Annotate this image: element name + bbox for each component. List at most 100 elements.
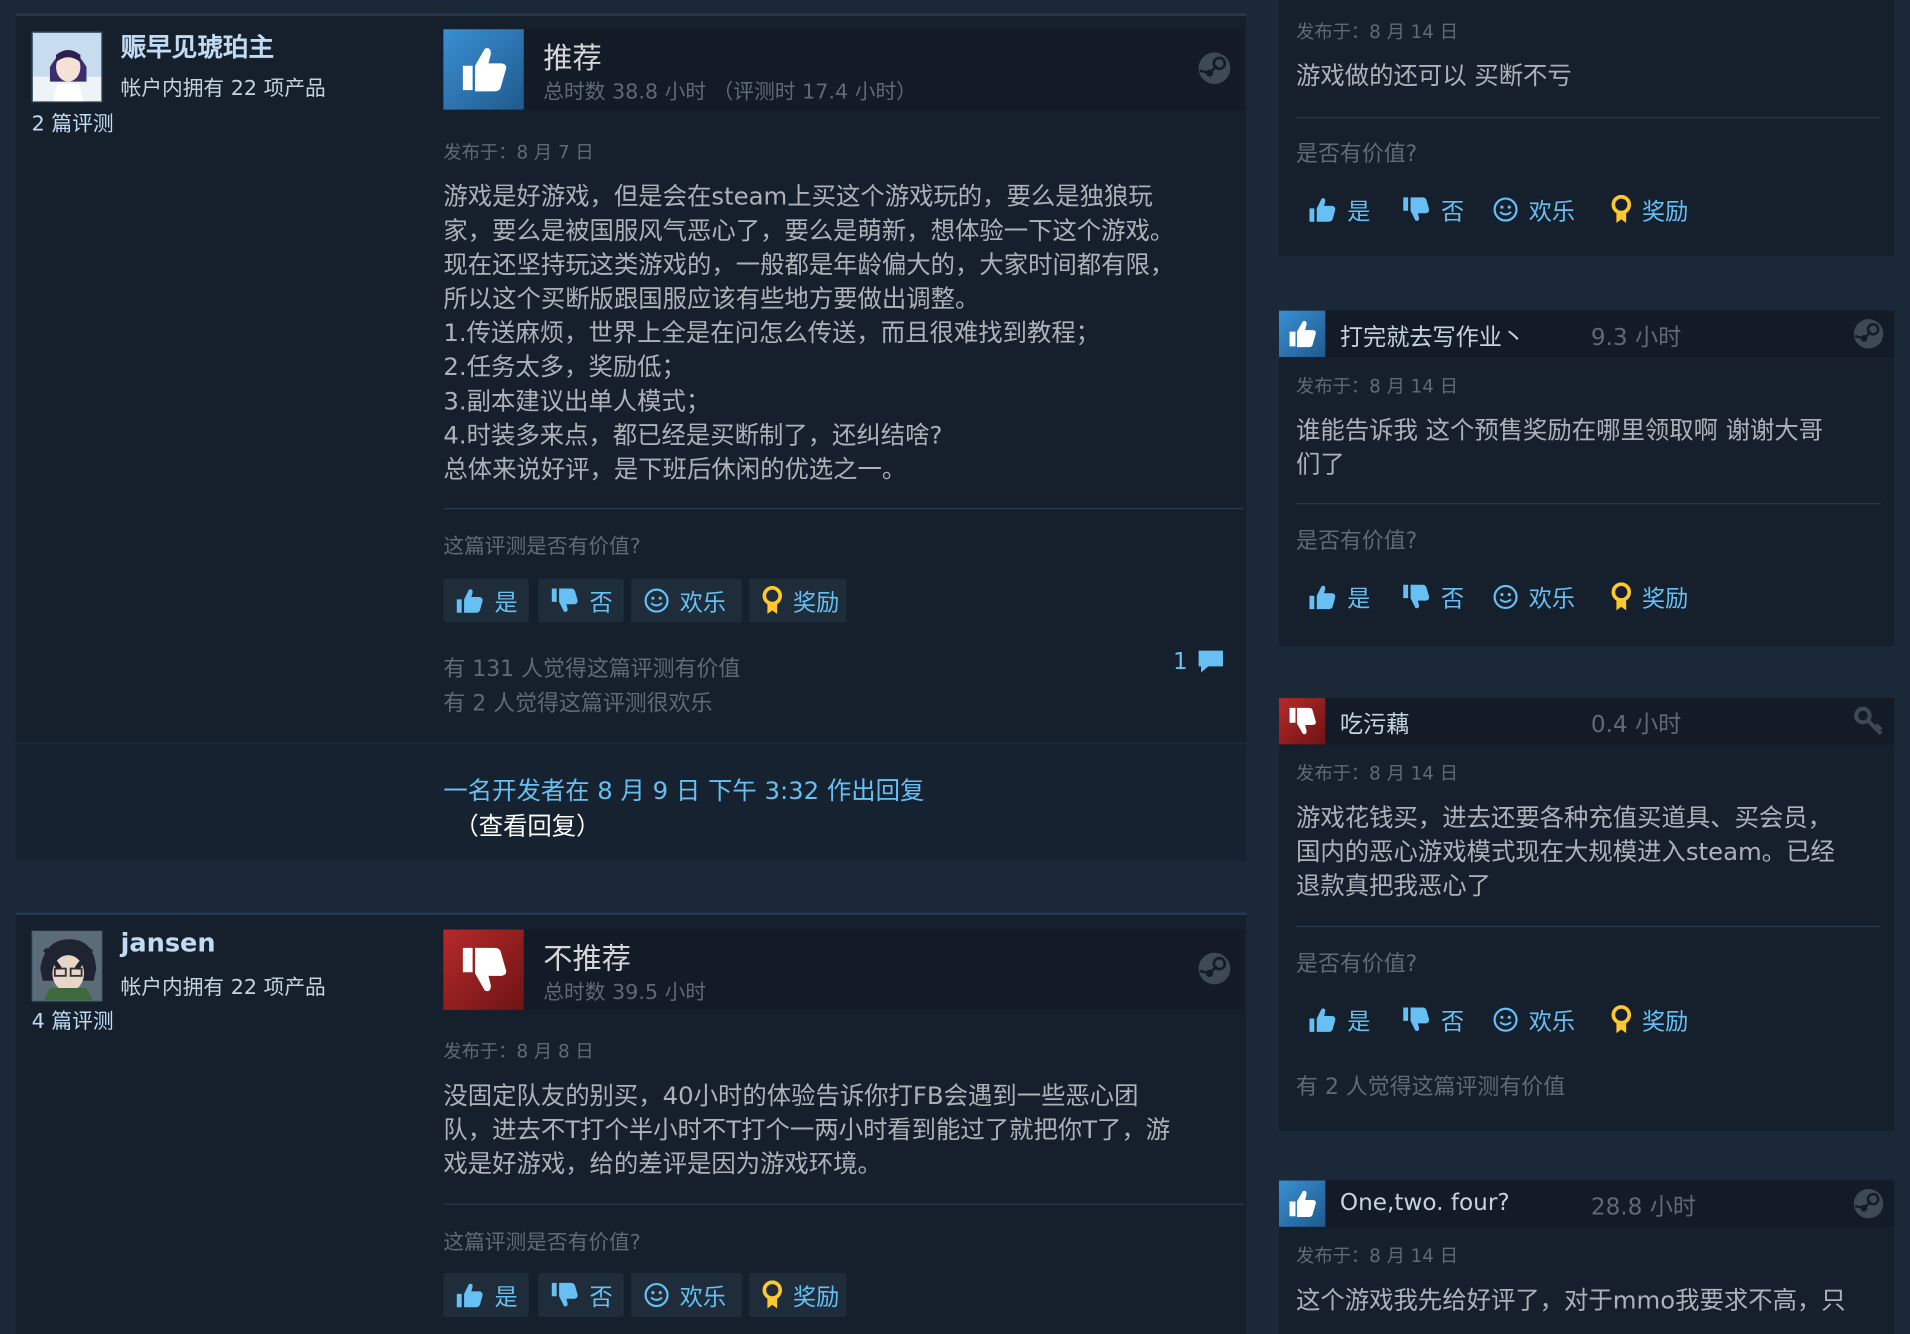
verdict-header[interactable]: 不推荐 总时数 39.5 小时 [443, 929, 1244, 1010]
posted-date: 发布于：8 月 7 日 [443, 141, 594, 164]
posted-date: 发布于：8 月 14 日 [1296, 20, 1458, 43]
vote-no-button[interactable]: 否 [1402, 579, 1464, 616]
author-name[interactable]: 赈早见琥珀主 [121, 28, 274, 65]
thumbs-up-icon [456, 1283, 483, 1308]
review-line: 游戏做的还可以 买断不亏 [1296, 60, 1572, 91]
vote-no-label: 否 [589, 589, 613, 616]
award-button[interactable]: 奖励 [749, 1273, 847, 1317]
card-divider [15, 912, 1247, 915]
reviewer-name[interactable]: One,two. four? [1340, 1189, 1510, 1216]
award-label: 奖励 [1641, 1008, 1689, 1035]
review-body: 这个游戏我先给好评了，对于mmo我要求不高，只 [1296, 1283, 1881, 1317]
verdict-header[interactable]: 推荐 总时数 38.8 小时 （评测时 17.4 小时） [443, 29, 1244, 110]
vote-funny-button[interactable]: 欢乐 [1492, 191, 1575, 228]
author-review-count[interactable]: 2 篇评测 [32, 106, 114, 136]
thumbs-up-icon [1309, 1008, 1336, 1032]
comment-bubble-icon [1198, 650, 1224, 673]
helpful-question: 是否有价值? [1296, 951, 1418, 978]
verdict-header[interactable]: 打完就去写作业丶 9.3 小时 [1279, 310, 1895, 357]
vote-funny-button[interactable]: 欢乐 [1492, 1001, 1575, 1038]
review-card: jansen 帐户内拥有 22 项产品 4 篇评测 不推荐 总时数 39.5 小… [15, 912, 1247, 1334]
review-line: 总体来说好评，是下班后休闲的优选之一。 [443, 454, 907, 484]
playtime: 28.8 小时 [1590, 1193, 1697, 1221]
key-icon [1854, 706, 1883, 736]
review-body: 游戏是好游戏，但是会在steam上买这个游戏玩的，要么是独狼玩 家，要么是被国服… [443, 179, 1235, 486]
award-icon [1611, 582, 1632, 611]
vote-yes-button[interactable]: 是 [1308, 191, 1370, 228]
avatar[interactable] [31, 930, 103, 1002]
vote-no-label: 否 [1441, 585, 1465, 613]
vote-funny-label: 欢乐 [679, 1283, 727, 1311]
divider [443, 508, 1244, 510]
divider [1296, 925, 1881, 928]
award-icon [1611, 194, 1632, 223]
vote-funny-label: 欢乐 [1528, 1008, 1576, 1035]
developer-reply-link[interactable]: 一名开发者在 8 月 9 日 下午 3:32 作出回复 [443, 771, 924, 806]
vote-yes-label: 是 [1347, 585, 1371, 613]
review-body: 游戏花钱买，进去还要各种充值买道具、买会员， 国内的恶心游戏模式现在大规模进入s… [1296, 800, 1881, 902]
thumbs-up-icon [1279, 1180, 1326, 1227]
vote-funny-label: 欢乐 [1528, 197, 1576, 225]
vote-no-button[interactable]: 否 [538, 578, 624, 623]
comment-count: 1 [1173, 648, 1188, 675]
vote-no-button[interactable]: 否 [538, 1273, 624, 1317]
verdict-label: 不推荐 [543, 941, 631, 976]
review-line: 队，进去不T打个半小时不T打个一两小时看到能过了就把你T了，游 [443, 1114, 1171, 1144]
steam-logo-icon [1853, 1188, 1884, 1219]
review-card: 赈早见琥珀主 帐户内拥有 22 项产品 2 篇评测 推荐 总时数 38.8 小时… [15, 13, 1247, 742]
verdict-header[interactable]: One,two. four? 28.8 小时 [1279, 1180, 1895, 1227]
thumbs-up-icon [443, 29, 524, 110]
award-label: 奖励 [792, 589, 840, 616]
view-reply-link[interactable]: （查看回复） [454, 807, 600, 842]
vote-no-button[interactable]: 否 [1402, 1001, 1464, 1038]
vote-funny-label: 欢乐 [679, 589, 727, 616]
smiley-icon [1493, 1007, 1518, 1032]
thumbs-down-icon [443, 929, 524, 1010]
review-line: 家，要么是被国服风气恶心了，要么是萌新，想体验一下这个游戏。 [443, 215, 1175, 245]
vote-yes-button[interactable]: 是 [1308, 579, 1370, 616]
reviewer-name[interactable]: 吃污藕 [1340, 707, 1409, 740]
award-button[interactable]: 奖励 [749, 578, 847, 623]
review-line: 戏是好游戏，给的差评是因为游戏环境。 [443, 1148, 882, 1179]
verdict-header[interactable]: 吃污藕 0.4 小时 [1279, 698, 1895, 745]
thumbs-up-icon [456, 589, 483, 613]
award-button[interactable]: 奖励 [1610, 191, 1688, 228]
vote-funny-label: 欢乐 [1528, 585, 1576, 613]
vote-yes-label: 是 [1347, 1008, 1371, 1035]
award-button[interactable]: 奖励 [1610, 579, 1688, 616]
vote-yes-label: 是 [494, 1283, 518, 1311]
thumbs-down-icon [1403, 1007, 1430, 1031]
vote-funny-button[interactable]: 欢乐 [630, 1273, 742, 1317]
verdict-label: 推荐 [543, 41, 602, 76]
vote-no-button[interactable]: 否 [1402, 191, 1464, 228]
vote-yes-button[interactable]: 是 [443, 1273, 529, 1317]
review-line: 现在还坚持玩这类游戏的，一般都是年龄偏大的，大家时间都有限， [443, 249, 1175, 279]
playtime: 0.4 小时 [1590, 711, 1682, 739]
thumbs-down-icon [1403, 584, 1430, 609]
vote-funny-button[interactable]: 欢乐 [630, 578, 742, 623]
thumbs-up-icon [1309, 585, 1336, 610]
review-line: 4.时装多来点，都已经是买断制了，还纠结啥? [443, 420, 943, 450]
divider [1296, 503, 1881, 505]
vote-yes-button[interactable]: 是 [443, 578, 529, 623]
award-button[interactable]: 奖励 [1610, 1001, 1688, 1038]
vote-no-label: 否 [589, 1283, 613, 1311]
author-name[interactable]: jansen [121, 928, 216, 957]
review-body: 谁能告诉我 这个预售奖励在哪里领取啊 谢谢大哥 们了 [1296, 413, 1881, 481]
funny-count: 有 2 人觉得这篇评测很欢乐 [443, 690, 713, 717]
posted-date: 发布于：8 月 8 日 [443, 1040, 594, 1063]
smiley-icon [1493, 197, 1518, 222]
side-review-card: 吃污藕 0.4 小时 发布于：8 月 14 日 游戏花钱买，进去还要各种充值买道… [1279, 698, 1895, 1131]
author-review-count[interactable]: 4 篇评测 [32, 1004, 114, 1034]
posted-date: 发布于：8 月 14 日 [1296, 375, 1458, 398]
thumbs-down-icon [551, 588, 578, 612]
review-line: 这个游戏我先给好评了，对于mmo我要求不高，只 [1296, 1285, 1846, 1315]
comment-count-button[interactable]: 1 [1173, 647, 1227, 676]
vote-funny-button[interactable]: 欢乐 [1492, 579, 1575, 616]
divider [1296, 116, 1881, 119]
playtime: 总时数 38.8 小时 （评测时 17.4 小时） [543, 80, 917, 105]
avatar[interactable] [31, 31, 103, 103]
reviewer-name[interactable]: 打完就去写作业丶 [1340, 319, 1525, 352]
vote-yes-button[interactable]: 是 [1308, 1001, 1370, 1038]
review-line: 游戏是好游戏，但是会在steam上买这个游戏玩的，要么是独狼玩 [443, 181, 1153, 211]
